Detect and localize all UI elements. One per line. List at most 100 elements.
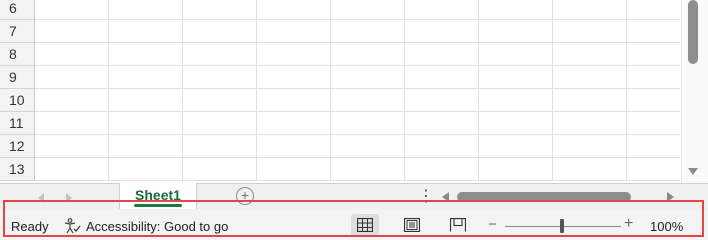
grid-cell[interactable] [109,112,183,134]
grid-cell[interactable] [331,89,405,111]
scroll-left-arrow-icon[interactable] [442,192,449,202]
scroll-right-arrow-icon[interactable] [667,192,674,202]
cell-area[interactable] [35,0,680,181]
grid-cell[interactable] [35,66,109,88]
grid-cell[interactable] [405,0,479,19]
spreadsheet-grid[interactable]: 6 7 8 9 10 11 12 13 [0,0,680,183]
grid-cell[interactable] [257,43,331,65]
grid-cell[interactable] [257,20,331,42]
grid-cell[interactable] [553,89,627,111]
row-header[interactable]: 6 [0,0,34,20]
grid-cell[interactable] [331,66,405,88]
grid-cell[interactable] [627,66,680,88]
sheet-tab-sheet1[interactable]: Sheet1 [119,183,197,209]
grid-cell[interactable] [553,112,627,134]
row-header[interactable]: 10 [0,89,34,112]
grid-cell[interactable] [109,20,183,42]
grid-cell[interactable] [479,158,553,180]
row-header[interactable]: 9 [0,66,34,89]
grid-cell[interactable] [331,0,405,19]
grid-cell[interactable] [183,66,257,88]
horizontal-scroll-thumb[interactable] [457,192,631,202]
add-sheet-button[interactable]: + [236,187,254,205]
grid-cell[interactable] [627,112,680,134]
grid-cell[interactable] [35,0,109,19]
grid-cell[interactable] [331,20,405,42]
grid-cell[interactable] [627,43,680,65]
grid-cell[interactable] [479,89,553,111]
grid-cell[interactable] [257,135,331,157]
grid-cell[interactable] [553,20,627,42]
next-sheet-arrow-icon[interactable] [66,193,72,203]
row-header[interactable]: 8 [0,43,34,66]
previous-sheet-arrow-icon[interactable] [38,193,44,203]
grid-cell[interactable] [331,135,405,157]
grid-cell[interactable] [109,89,183,111]
grid-cell[interactable] [405,89,479,111]
grid-cell[interactable] [553,0,627,19]
grid-cell[interactable] [257,66,331,88]
grid-cell[interactable] [35,158,109,180]
grid-cell[interactable] [183,135,257,157]
more-options-icon[interactable]: ⋮ [418,187,434,207]
grid-cell[interactable] [331,158,405,180]
grid-cell[interactable] [183,158,257,180]
grid-cell[interactable] [183,89,257,111]
grid-cell[interactable] [35,89,109,111]
zoom-level[interactable]: 100% [650,219,683,234]
grid-cell[interactable] [479,66,553,88]
grid-cell[interactable] [627,135,680,157]
grid-cell[interactable] [405,112,479,134]
grid-cell[interactable] [109,0,183,19]
grid-cell[interactable] [405,158,479,180]
grid-cell[interactable] [405,135,479,157]
grid-cell[interactable] [479,43,553,65]
grid-cell[interactable] [331,43,405,65]
grid-cell[interactable] [405,43,479,65]
grid-cell[interactable] [183,43,257,65]
grid-cell[interactable] [183,0,257,19]
vertical-scrollbar[interactable] [681,0,708,183]
row-header[interactable]: 11 [0,112,34,135]
horizontal-scrollbar[interactable] [440,190,680,204]
grid-cell[interactable] [627,89,680,111]
zoom-in-button[interactable]: + [624,215,633,233]
grid-cell[interactable] [257,0,331,19]
accessibility-status[interactable]: Accessibility: Good to go [86,219,228,234]
grid-cell[interactable] [405,20,479,42]
grid-cell[interactable] [627,158,680,180]
grid-cell[interactable] [35,20,109,42]
normal-view-button[interactable] [351,214,379,236]
grid-cell[interactable] [109,158,183,180]
zoom-out-button[interactable]: − [488,216,497,233]
grid-cell[interactable] [109,43,183,65]
grid-cell[interactable] [35,43,109,65]
page-layout-view-button[interactable] [398,214,426,236]
grid-cell[interactable] [553,135,627,157]
grid-cell[interactable] [257,158,331,180]
grid-cell[interactable] [553,66,627,88]
grid-cell[interactable] [257,112,331,134]
grid-cell[interactable] [405,66,479,88]
grid-cell[interactable] [479,20,553,42]
row-header[interactable]: 13 [0,158,34,181]
grid-cell[interactable] [331,112,405,134]
accessibility-icon[interactable] [64,218,82,234]
grid-cell[interactable] [183,20,257,42]
grid-cell[interactable] [479,112,553,134]
grid-cell[interactable] [257,89,331,111]
grid-cell[interactable] [183,112,257,134]
grid-cell[interactable] [35,112,109,134]
grid-cell[interactable] [627,20,680,42]
grid-cell[interactable] [109,66,183,88]
grid-cell[interactable] [553,43,627,65]
row-header[interactable]: 7 [0,20,34,43]
zoom-slider-thumb[interactable] [560,219,564,233]
grid-cell[interactable] [627,0,680,19]
grid-cell[interactable] [553,158,627,180]
grid-cell[interactable] [109,135,183,157]
grid-cell[interactable] [479,0,553,19]
row-header[interactable]: 12 [0,135,34,158]
scroll-down-arrow-icon[interactable] [688,168,698,175]
grid-cell[interactable] [479,135,553,157]
